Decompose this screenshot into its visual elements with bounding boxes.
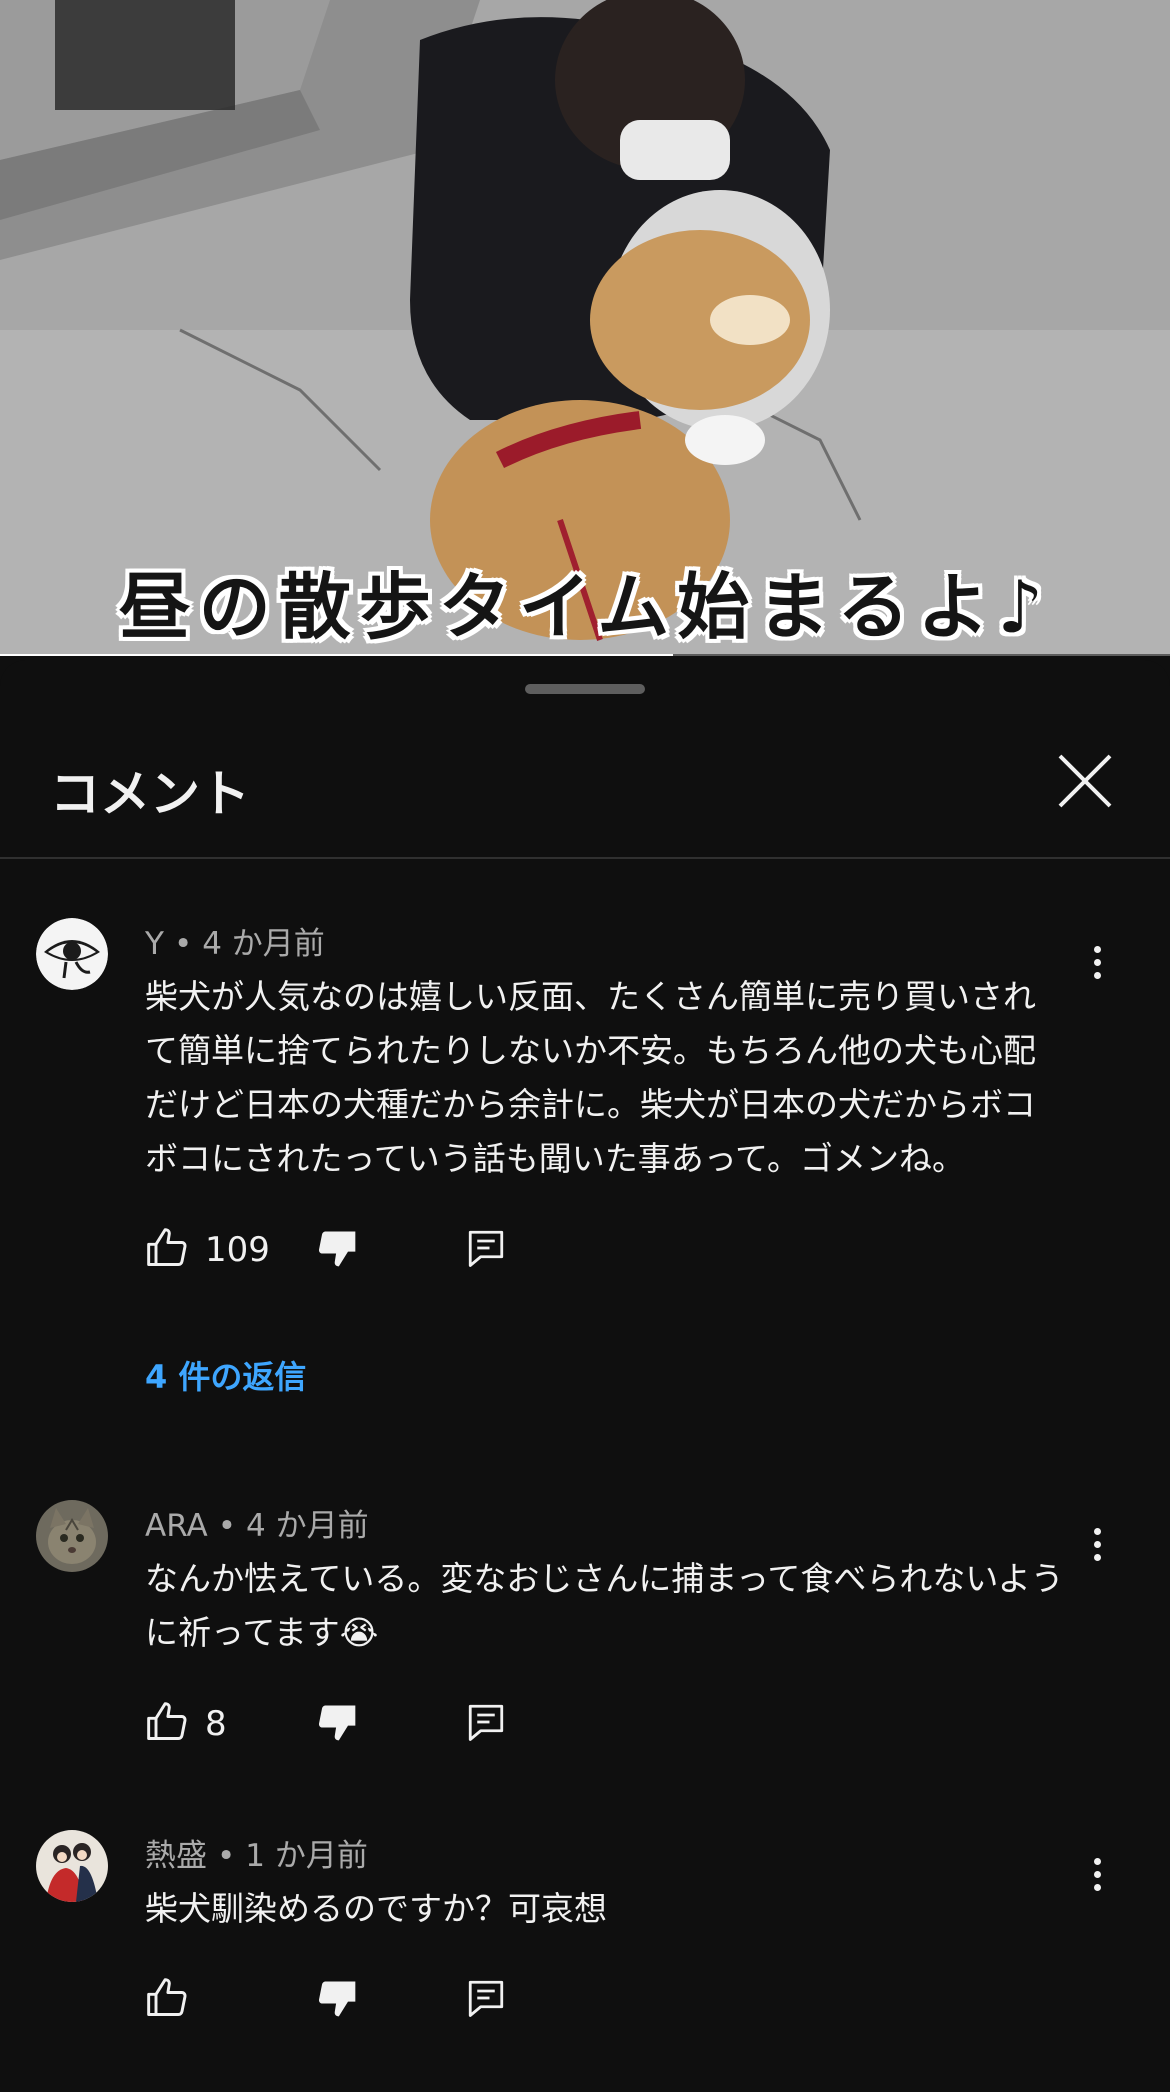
more-options-button[interactable] (1082, 1852, 1112, 1912)
sheet-title: コメント (50, 765, 250, 823)
more-vert-icon (1082, 946, 1112, 979)
thumb-down-icon (318, 1231, 356, 1267)
reply-button[interactable] (465, 1700, 507, 1748)
eye-avatar-icon (36, 918, 108, 990)
reply-button[interactable] (465, 1976, 507, 2024)
like-button[interactable] (145, 1976, 189, 2024)
comment-time: 4 か月前 (246, 1508, 369, 1544)
dislike-button[interactable] (315, 1700, 359, 1748)
like-button[interactable]: 8 (145, 1700, 227, 1748)
like-count: 109 (205, 1230, 270, 1270)
dislike-button[interactable] (315, 1976, 359, 2024)
like-count: 8 (205, 1704, 227, 1744)
sheet-drag-handle[interactable] (525, 684, 645, 694)
comment-meta: ARA • 4 か月前 (145, 1500, 369, 1545)
thumb-down-icon (318, 1981, 356, 2017)
close-button[interactable] (1056, 752, 1114, 810)
comment-meta: 熱盛 • 1 か月前 (145, 1830, 368, 1875)
comments-sheet: コメント Y • 4 か月前 柴犬が人気なのは嬉しい反面、たくさん簡単に売り買いされ… (0, 660, 1170, 2092)
reply-icon (468, 1230, 504, 1267)
illustration-avatar-icon (36, 1830, 108, 1902)
video-player[interactable]: 昼の散歩タイム始まるよ♪ (0, 0, 1170, 656)
comment-author[interactable]: 熱盛 (145, 1838, 207, 1874)
more-options-button[interactable] (1082, 1522, 1112, 1582)
header-divider (0, 857, 1170, 859)
comment-text: なんか怯えている。変なおじさんに捕まって食べられないように祈ってます😭 (145, 1559, 1064, 1652)
comment-time: 1 か月前 (245, 1838, 368, 1874)
video-progress-fill (0, 654, 673, 656)
like-button[interactable]: 109 (145, 1226, 270, 1274)
meta-separator: • (217, 1508, 236, 1544)
cat-avatar-icon (36, 1500, 108, 1572)
comment-author[interactable]: Y (145, 926, 164, 962)
meta-separator: • (173, 926, 193, 962)
video-progress-bar[interactable] (0, 654, 1170, 656)
avatar[interactable] (36, 1500, 108, 1572)
reply-icon (468, 1980, 504, 2017)
comment-text: 柴犬が人気なのは嬉しい反面、たくさん簡単に売り買いされて簡単に捨てられたりしない… (145, 977, 1036, 1178)
more-vert-icon (1082, 1858, 1112, 1891)
reply-icon (468, 1704, 504, 1741)
dislike-button[interactable] (315, 1226, 359, 1274)
avatar[interactable] (36, 918, 108, 990)
thumb-up-icon (147, 1702, 187, 1740)
thumb-up-icon (147, 1978, 187, 2016)
comment-author[interactable]: ARA (145, 1508, 208, 1544)
thumb-down-icon (318, 1705, 356, 1741)
close-icon (1058, 754, 1112, 808)
meta-separator: • (217, 1838, 236, 1874)
view-replies-link[interactable]: 4 件の返信 (145, 1352, 306, 1398)
video-caption: 昼の散歩タイム始まるよ♪ (118, 565, 1052, 649)
comment-text: 柴犬馴染めるのですか？可哀想 (145, 1889, 607, 1928)
thumb-up-icon (147, 1228, 187, 1266)
more-options-button[interactable] (1082, 940, 1112, 1000)
avatar[interactable] (36, 1830, 108, 1902)
reply-button[interactable] (465, 1226, 507, 1274)
comment-time: 4 か月前 (202, 926, 325, 962)
comment-meta: Y • 4 か月前 (145, 918, 325, 963)
more-vert-icon (1082, 1528, 1112, 1561)
